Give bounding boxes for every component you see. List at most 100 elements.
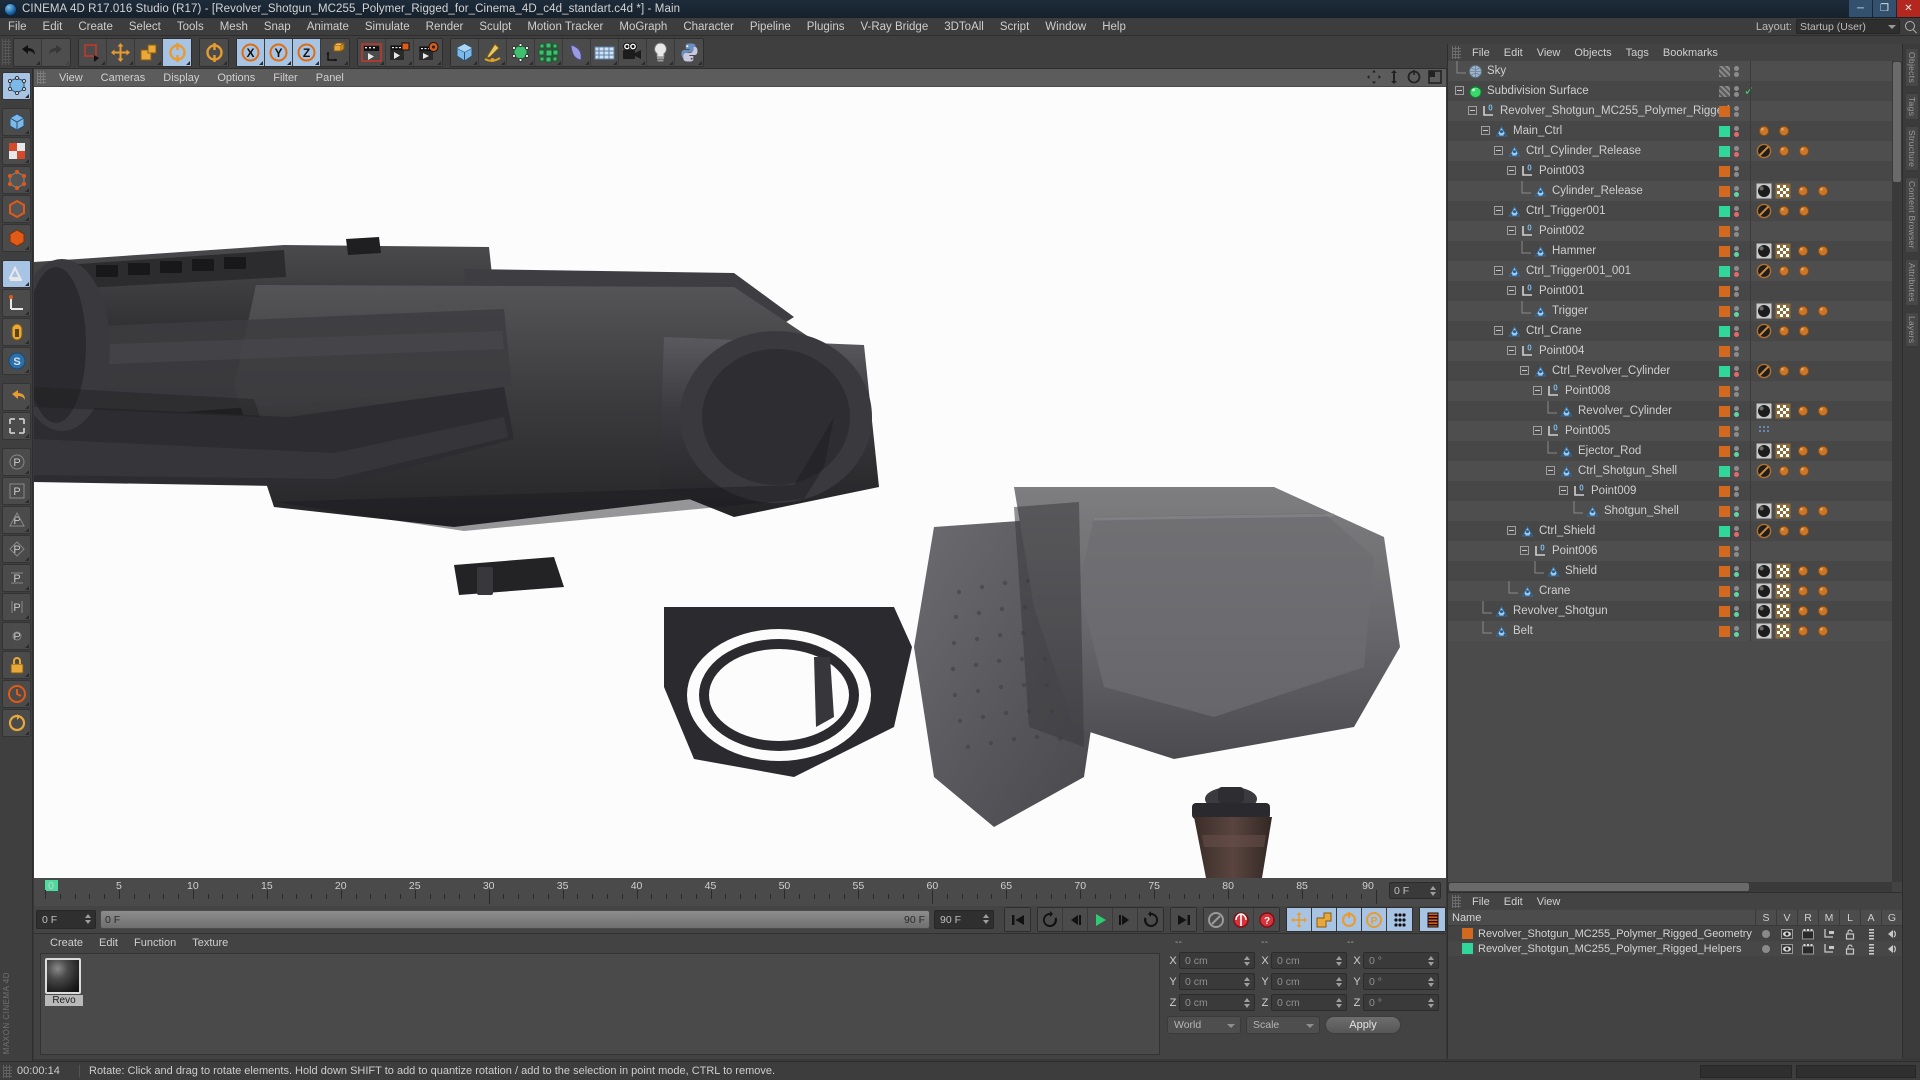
texture-mode-button[interactable] bbox=[2, 137, 31, 165]
layer-color-swatch[interactable] bbox=[1719, 445, 1730, 457]
object-tag[interactable] bbox=[1756, 323, 1773, 340]
visibility-dot[interactable] bbox=[1734, 185, 1739, 191]
checker-tag-icon[interactable] bbox=[1775, 243, 1791, 259]
sphere-orange-tag-icon[interactable] bbox=[1796, 323, 1812, 339]
layer-color-swatch[interactable] bbox=[1719, 105, 1730, 117]
sphere-orange-tag-icon[interactable] bbox=[1795, 503, 1811, 519]
layer-color-swatch[interactable] bbox=[1462, 928, 1473, 939]
visibility-dots[interactable] bbox=[1734, 445, 1739, 457]
visibility-dot[interactable] bbox=[1734, 605, 1739, 611]
object-tag[interactable] bbox=[1796, 263, 1813, 280]
object-row[interactable]: Revolver_Shotgun bbox=[1448, 601, 1892, 621]
material-menu-create[interactable]: Create bbox=[42, 937, 91, 949]
protect-tag-icon[interactable] bbox=[1756, 263, 1772, 279]
object-row[interactable]: Main_Ctrl bbox=[1448, 121, 1892, 141]
sphere-orange-tag-icon[interactable] bbox=[1815, 603, 1831, 619]
polygons-mode-button[interactable] bbox=[2, 224, 31, 252]
visibility-dots[interactable] bbox=[1734, 345, 1739, 357]
checker-tag-icon[interactable] bbox=[1775, 303, 1791, 319]
sphere-orange-tag-icon[interactable] bbox=[1815, 303, 1831, 319]
menu-item-file[interactable]: File bbox=[0, 18, 35, 36]
visibility-dot[interactable] bbox=[1734, 625, 1739, 631]
visibility-dots[interactable] bbox=[1734, 225, 1739, 237]
object-tag[interactable] bbox=[1815, 303, 1832, 320]
object-row[interactable]: 0 Point008 bbox=[1448, 381, 1892, 401]
visibility-dot[interactable] bbox=[1734, 145, 1739, 151]
layer-column-s[interactable]: S bbox=[1755, 909, 1776, 926]
sphere-orange-tag-icon[interactable] bbox=[1796, 463, 1812, 479]
current-frame-field-right[interactable]: 0 F bbox=[1389, 882, 1441, 899]
menu-item-simulate[interactable]: Simulate bbox=[357, 18, 418, 36]
rotation-key-button[interactable] bbox=[1337, 908, 1362, 931]
render-region-button[interactable] bbox=[386, 38, 414, 66]
object-tag[interactable] bbox=[1756, 263, 1773, 280]
checker-tag-icon[interactable] bbox=[1775, 183, 1791, 199]
visibility-dot[interactable] bbox=[1734, 631, 1739, 637]
visibility-dot[interactable] bbox=[1734, 571, 1739, 577]
object-tag[interactable] bbox=[1815, 563, 1832, 580]
protect-tag-icon[interactable] bbox=[1756, 323, 1772, 339]
layer-color-swatch[interactable] bbox=[1719, 365, 1730, 377]
protect-tag-icon[interactable] bbox=[1756, 203, 1772, 219]
menu-item-v-ray-bridge[interactable]: V-Ray Bridge bbox=[852, 18, 936, 36]
flyout-corner-icon[interactable] bbox=[25, 470, 29, 474]
object-row[interactable]: Cylinder_Release bbox=[1448, 181, 1892, 201]
visibility-dots[interactable] bbox=[1734, 425, 1739, 437]
cycle-button[interactable] bbox=[2, 709, 31, 737]
layer-color-swatch[interactable] bbox=[1719, 465, 1730, 477]
layer-color-swatch[interactable] bbox=[1719, 345, 1730, 357]
visibility-dot[interactable] bbox=[1734, 551, 1739, 557]
object-row[interactable]: Ctrl_Crane bbox=[1448, 321, 1892, 341]
sphere-orange-tag-icon[interactable] bbox=[1776, 463, 1792, 479]
visibility-dot[interactable] bbox=[1734, 271, 1739, 277]
object-row[interactable]: 0 Point004 bbox=[1448, 341, 1892, 361]
flyout-corner-icon[interactable] bbox=[501, 60, 505, 65]
visibility-dot[interactable] bbox=[1734, 585, 1739, 591]
start-frame-field[interactable]: 0 F bbox=[36, 910, 96, 929]
checker-tag-icon[interactable] bbox=[1775, 503, 1791, 519]
edges-mode-button[interactable] bbox=[2, 195, 31, 223]
coord-size-y-field[interactable]: 0 cm bbox=[1271, 973, 1347, 990]
flyout-corner-icon[interactable] bbox=[557, 60, 561, 65]
object-row[interactable]: 0 Point001 bbox=[1448, 281, 1892, 301]
visibility-dots[interactable] bbox=[1734, 85, 1739, 97]
solo-toggle[interactable] bbox=[1755, 943, 1776, 955]
layer-color-swatch[interactable] bbox=[1719, 385, 1730, 397]
coord-size-x-field[interactable]: 0 cm bbox=[1271, 952, 1347, 969]
flyout-corner-icon[interactable] bbox=[613, 60, 617, 65]
sphere-orange-tag-icon[interactable] bbox=[1795, 623, 1811, 639]
point-mode-p2-button[interactable]: P bbox=[2, 477, 31, 505]
checker-tag-icon[interactable] bbox=[1775, 403, 1791, 419]
visibility-dot[interactable] bbox=[1734, 211, 1739, 217]
flyout-corner-icon[interactable] bbox=[25, 499, 29, 503]
sphere-orange-tag-icon[interactable] bbox=[1796, 143, 1812, 159]
clock-button[interactable] bbox=[2, 680, 31, 708]
sphere-orange-tag-icon[interactable] bbox=[1776, 523, 1792, 539]
sphere-orange-tag-icon[interactable] bbox=[1795, 303, 1811, 319]
next-frame-button[interactable] bbox=[1113, 908, 1138, 931]
collapse-icon[interactable] bbox=[1533, 386, 1542, 395]
object-tag[interactable] bbox=[1795, 243, 1812, 260]
visibility-dot[interactable] bbox=[1734, 171, 1739, 177]
sphere-orange-tag-icon[interactable] bbox=[1795, 183, 1811, 199]
redo-button[interactable] bbox=[42, 38, 70, 66]
layer-color-swatch[interactable] bbox=[1719, 205, 1730, 217]
visibility-dot[interactable] bbox=[1734, 425, 1739, 431]
coord-rotation-z-field[interactable]: 0 ° bbox=[1363, 994, 1439, 1011]
menu-item-edit[interactable]: Edit bbox=[35, 18, 71, 36]
object-row[interactable]: Ctrl_Shotgun_Shell bbox=[1448, 461, 1892, 481]
rotate-button[interactable] bbox=[163, 38, 191, 66]
sphere-orange-tag-icon[interactable] bbox=[1796, 523, 1812, 539]
visibility-dots[interactable] bbox=[1734, 465, 1739, 477]
collapse-icon[interactable] bbox=[1494, 266, 1503, 275]
layer-color-swatch[interactable] bbox=[1719, 165, 1730, 177]
object-tag[interactable] bbox=[1776, 143, 1793, 160]
visibility-dots[interactable] bbox=[1734, 105, 1739, 117]
stepper-icon[interactable] bbox=[1336, 956, 1343, 967]
visibility-dots[interactable] bbox=[1734, 325, 1739, 337]
layout-dropdown[interactable]: Startup (User) bbox=[1796, 19, 1900, 34]
visibility-dot[interactable] bbox=[1734, 245, 1739, 251]
visibility-dots[interactable] bbox=[1734, 265, 1739, 277]
collapse-icon[interactable] bbox=[1559, 486, 1568, 495]
object-row[interactable]: Revolver_Cylinder bbox=[1448, 401, 1892, 421]
